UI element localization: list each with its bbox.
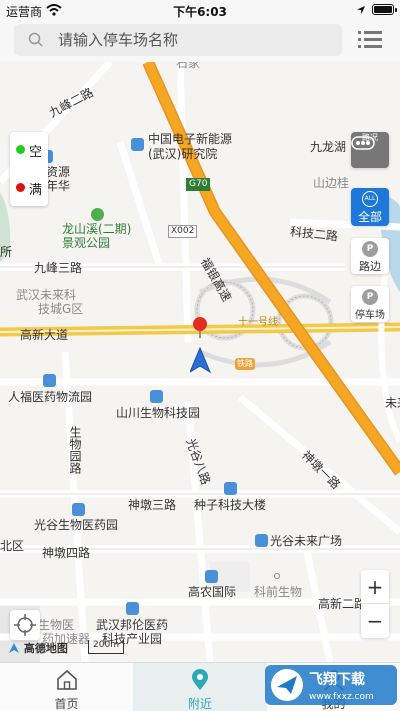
legend-full-label: 满 (29, 183, 43, 198)
status-bar: 运营商 下午6:03 (0, 0, 400, 22)
filter-roadside-button[interactable]: P 路边 (351, 238, 389, 274)
traffic-icon (351, 136, 375, 150)
map-label-shanbian: 山边桂 (313, 176, 350, 190)
map-label-guanggu-bio: 光谷生物医药园 (34, 518, 119, 532)
poi-icon-bangning[interactable] (126, 602, 139, 615)
search-box[interactable] (14, 24, 342, 56)
parking-lot-icon: P (362, 289, 378, 305)
crosshair-icon (14, 614, 36, 636)
map-label-gaoxin2: 高新二路 (318, 597, 367, 611)
svg-text:飞翔下载: 飞翔下载 (309, 671, 365, 688)
top-bar (0, 22, 400, 62)
legend-empty-dot (16, 145, 25, 154)
map-label-wei: 未来 (385, 396, 400, 410)
map-label-keqian: 科前生物 (254, 585, 303, 599)
map-label-cetc-1: 中国电子新能源 (148, 132, 233, 146)
map-label-shijia: 石家 (176, 62, 201, 70)
availability-legend: 空 满 (10, 132, 48, 206)
map-scale-bar: 200m (88, 640, 124, 654)
map-label-line11: 十一号线 (238, 317, 278, 328)
map-label-bangning-1: 武汉邦伦医药 (96, 618, 169, 632)
location-arrow-icon (357, 5, 365, 14)
battery-icon (372, 4, 397, 15)
map-label-beiqu: 北区 (0, 539, 25, 553)
poi-icon-guanggu-bio[interactable] (72, 503, 85, 516)
tab-nearby[interactable]: 附近 (133, 663, 267, 711)
map-label-jiufeng3: 九峰三路 (34, 261, 83, 275)
map-label-gaoxin: 高新大道 (20, 328, 69, 342)
map-label-weilai-plaza: 光谷未来广场 (270, 534, 343, 548)
filter-parking-lot-button[interactable]: P 停车场 (351, 286, 389, 322)
poi-icon-gaonong[interactable] (205, 570, 218, 583)
poi-icon-weilai-plaza[interactable] (255, 534, 268, 547)
map-label-zhongzi: 种子科技大楼 (194, 498, 267, 512)
traffic-button[interactable]: 路况 (351, 132, 389, 168)
search-icon (28, 32, 43, 47)
filter-roadside-label: 路边 (359, 260, 381, 273)
map-label-suo: 所 (0, 245, 13, 259)
map-attribution-text: 高德地图 (23, 642, 68, 655)
legend-full: 满 (10, 178, 48, 198)
map-label-weilai-1: 武汉未来科 (16, 288, 77, 302)
status-time: 下午6:03 (173, 5, 227, 19)
map-view[interactable]: 铁路 G70 X002 石家 九峰二路 中国电子新能源 (武汉)研究院 九龙湖 … (0, 62, 400, 662)
zoom-in-button[interactable]: + (361, 570, 389, 604)
location-pin-icon (192, 669, 208, 690)
current-location-marker (190, 317, 212, 374)
map-label-gaonong: 高农国际 (188, 585, 237, 599)
poi-icon-longshan-park[interactable] (91, 208, 104, 221)
watermark: 飞翔下载 www.fxxz.com (265, 662, 397, 708)
legend-empty-label: 空 (29, 145, 43, 160)
map-label-longshan-1: 龙山溪(二期) (62, 222, 132, 236)
filter-all-label: 全部 (357, 210, 382, 224)
legend-empty: 空 (10, 140, 48, 160)
map-attribution: 高德地图 (8, 640, 68, 656)
locate-me-button[interactable] (10, 610, 40, 640)
map-label-longshan-2: 景观公园 (62, 236, 111, 250)
list-menu-icon[interactable] (356, 28, 384, 52)
poi-icon-cetc[interactable] (131, 138, 144, 151)
search-input[interactable] (58, 24, 328, 56)
filter-parking-lot-label: 停车场 (355, 310, 385, 321)
poi-icon-renfu[interactable] (43, 374, 56, 387)
map-label-shanchuan: 山川生物科技园 (116, 406, 201, 420)
all-icon: ALL (362, 191, 378, 207)
railway-station-badge: 铁路 (235, 358, 255, 370)
map-label-weilai-2: 技城G区 (38, 302, 84, 316)
poi-icon-zhongzi[interactable] (224, 482, 237, 495)
poi-dot-keqian (274, 573, 280, 579)
home-icon (56, 669, 77, 690)
watermark-logo: 飞翔下载 www.fxxz.com (265, 665, 397, 705)
zoom-out-button[interactable]: − (361, 604, 389, 638)
tab-home[interactable]: 首页 (0, 663, 133, 711)
legend-full-dot (16, 183, 25, 192)
map-label-cetc-2: (武汉)研究院 (148, 147, 218, 161)
zoom-control: + − (361, 570, 389, 638)
map-label-jiulong: 九龙湖 (310, 140, 347, 154)
map-label-shengwu: 生物园路 (68, 426, 82, 474)
tab-nearby-label: 附近 (187, 697, 212, 711)
poi-icon-shanchuan[interactable] (150, 390, 163, 403)
roadside-parking-icon: P (362, 241, 378, 257)
map-label-renfu: 人福医药物流园 (8, 390, 93, 404)
map-label-shendun3: 神墩三路 (128, 498, 177, 512)
map-label-shendun4: 神墩四路 (42, 546, 91, 560)
road-tag-x002: X002 (168, 225, 198, 238)
tab-home-label: 首页 (54, 697, 79, 711)
filter-all-button[interactable]: ALL 全部 (351, 188, 389, 226)
svg-text:www.fxxz.com: www.fxxz.com (309, 692, 374, 702)
road-tag-g70: G70 (186, 178, 211, 191)
amap-logo-icon (9, 643, 19, 653)
